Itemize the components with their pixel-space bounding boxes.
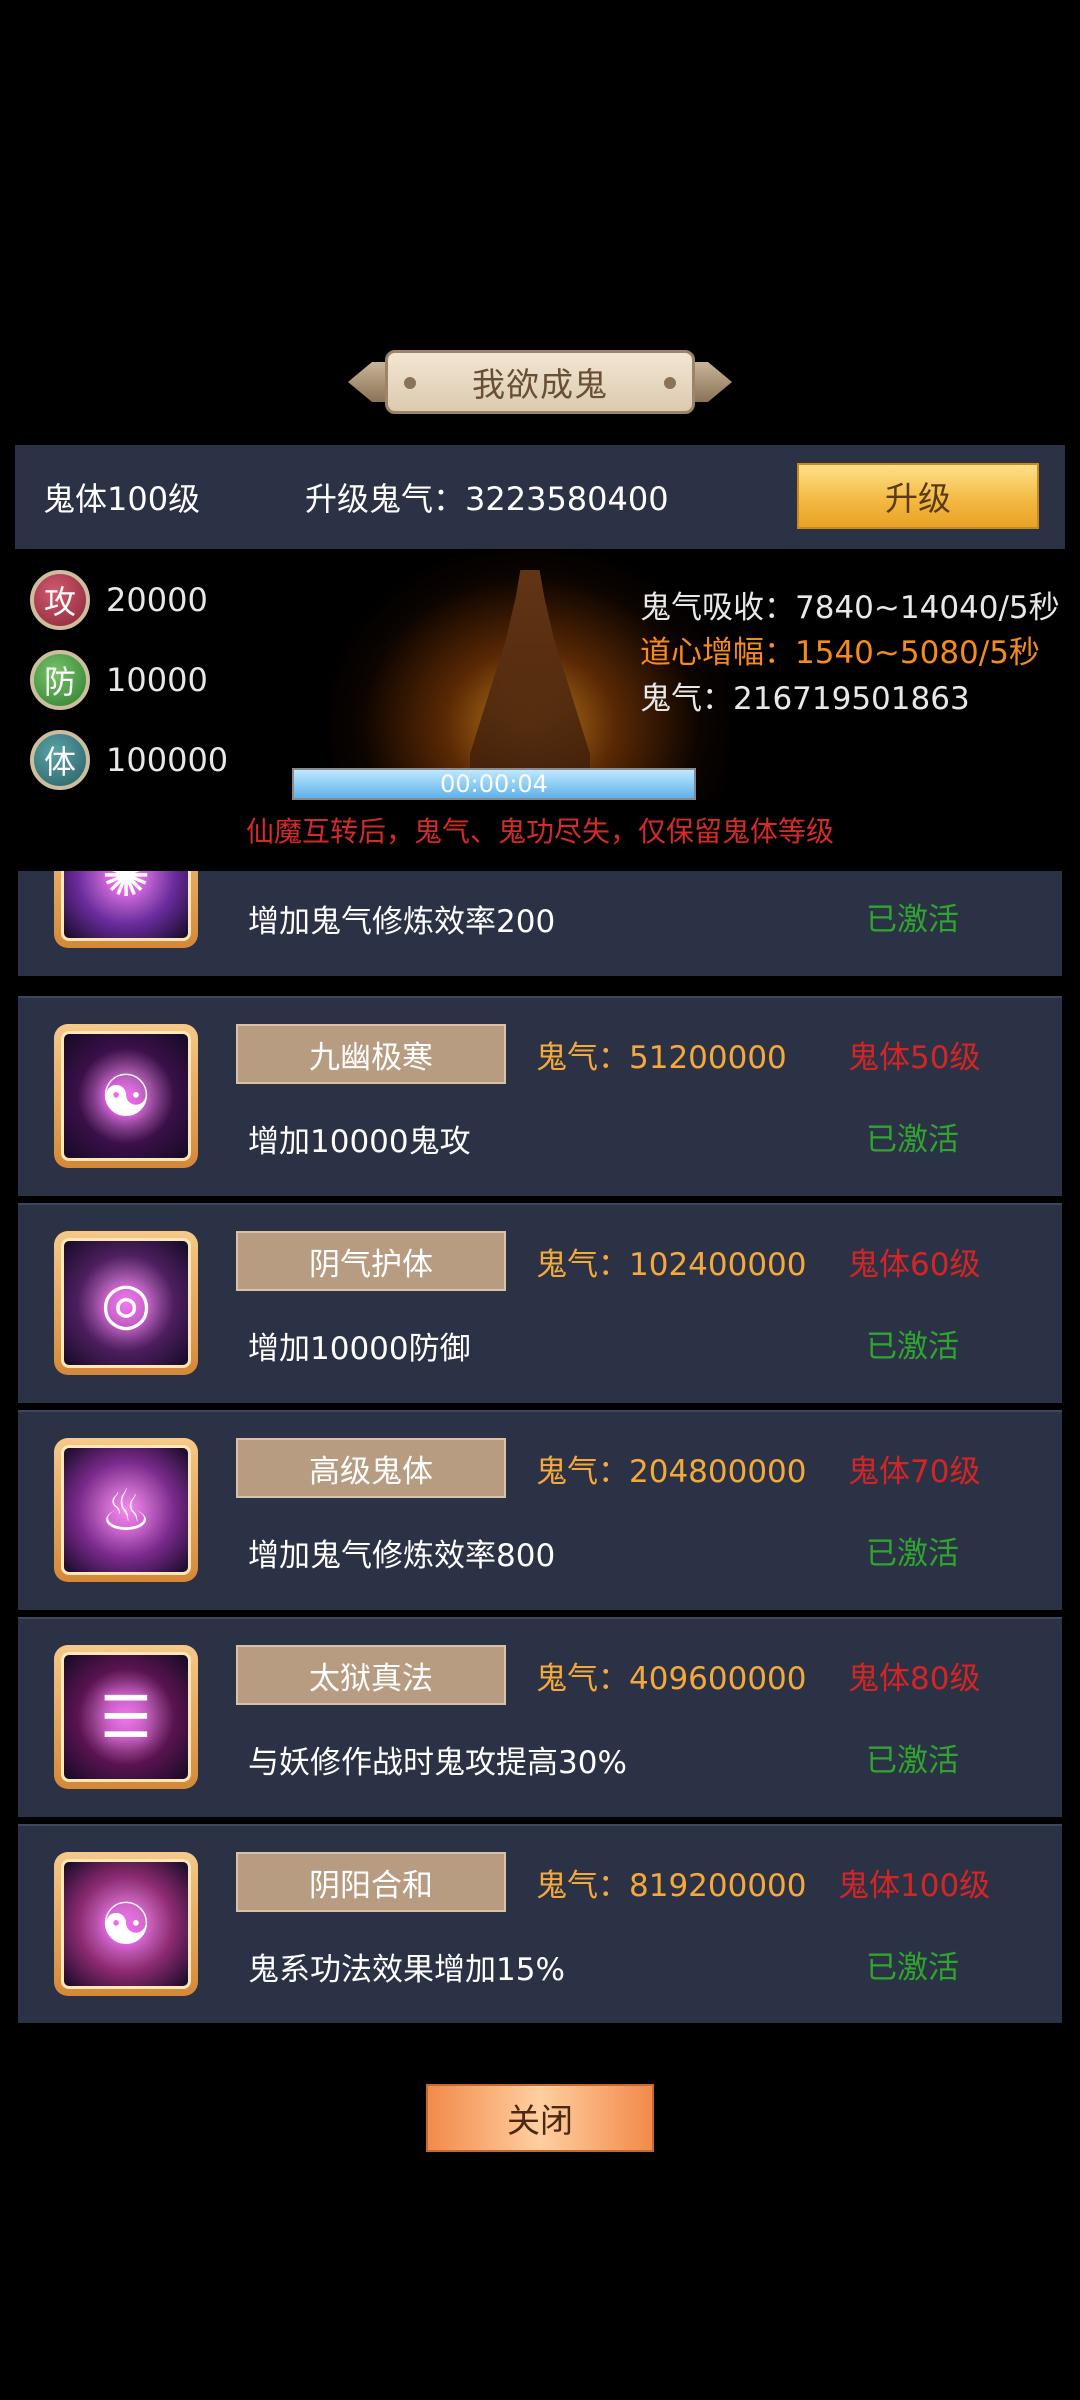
skill-requirement: 鬼体80级 <box>848 1661 981 1697</box>
skill-status: 已激活 <box>866 1536 959 1572</box>
skill-glyph: ♨ <box>100 1476 152 1544</box>
skill-description: 增加鬼气修炼效率800 <box>248 1538 556 1574</box>
ornament-dot <box>404 377 416 389</box>
ghost-body-level: 鬼体100级 <box>43 480 201 518</box>
title-plate: 我欲成鬼 <box>385 350 695 414</box>
character-silhouette <box>470 570 590 800</box>
title-banner: 我欲成鬼 <box>340 346 740 418</box>
skill-status: 已激活 <box>866 1743 959 1779</box>
ghost-body-icon: ♨ <box>61 1445 191 1575</box>
skill-description: 增加10000鬼攻 <box>248 1124 471 1160</box>
skill-card[interactable]: ☯ 九幽极寒 鬼气：51200000 鬼体50级增加10000鬼攻 已激活 <box>18 996 1062 1196</box>
skill-icon-frame: ☯ <box>54 1024 198 1168</box>
stat-defense: 防 10000 <box>30 650 208 710</box>
defense-value: 10000 <box>106 661 208 699</box>
skill-description: 与妖修作战时鬼攻提高30% <box>248 1745 627 1781</box>
skill-requirement: 鬼体60级 <box>848 1247 981 1283</box>
yin-yang-orb-icon: ☯ <box>61 1859 191 1989</box>
skill-requirement: 鬼体100级 <box>838 1868 991 1904</box>
skill-glyph: ☰ <box>100 1683 152 1751</box>
skill-status: 已激活 <box>866 1329 959 1365</box>
skill-status: 已激活 <box>866 1122 959 1158</box>
skill-card[interactable]: ◎ 阴气护体 鬼气：102400000 鬼体60级增加10000防御 已激活 <box>18 1203 1062 1403</box>
cultivation-progress: 00:00:04 <box>292 768 696 800</box>
skill-icon-frame: ☰ <box>54 1645 198 1789</box>
stat-attack: 攻 20000 <box>30 570 208 630</box>
skill-card[interactable]: ☰ 太狱真法 鬼气：409600000 鬼体80级与妖修作战时鬼攻提高30% 已激活 <box>18 1617 1062 1817</box>
skill-cost: 鬼气：409600000 <box>536 1661 807 1697</box>
skill-icon-frame: ♨ <box>54 1438 198 1582</box>
attack-icon: 攻 <box>30 570 90 630</box>
skill-icon-frame: ◎ <box>54 1231 198 1375</box>
skill-card[interactable]: ✺ 增加鬼气修炼效率200 已激活 <box>18 871 1062 976</box>
skill-name: 太狱真法 <box>236 1645 506 1705</box>
stat-body: 体 100000 <box>30 730 228 790</box>
page-title: 我欲成鬼 <box>472 365 608 404</box>
skill-name: 九幽极寒 <box>236 1024 506 1084</box>
skill-status: 已激活 <box>866 902 959 938</box>
upgrade-button[interactable]: 升级 <box>797 463 1039 529</box>
absorb-rate: 鬼气吸收：7840~14040/5秒 <box>640 590 1060 626</box>
skill-requirement: 鬼体70级 <box>848 1454 981 1490</box>
skill-name: 阴气护体 <box>236 1231 506 1291</box>
skill-requirement: 鬼体50级 <box>848 1040 981 1076</box>
skill-name: 阴阳合和 <box>236 1852 506 1912</box>
ornament-dot <box>664 377 676 389</box>
progress-timer: 00:00:04 <box>440 770 548 798</box>
body-icon: 体 <box>30 730 90 790</box>
skill-cost: 鬼气：51200000 <box>536 1040 787 1076</box>
upgrade-bar: 鬼体100级 升级鬼气：3223580400 升级 <box>15 445 1065 549</box>
close-button[interactable]: 关闭 <box>426 2084 654 2152</box>
skill-card[interactable]: ♨ 高级鬼体 鬼气：204800000 鬼体70级增加鬼气修炼效率800 已激活 <box>18 1410 1062 1610</box>
skill-description: 鬼系功法效果增加15% <box>248 1952 565 1988</box>
skill-glyph: ☯ <box>100 1062 152 1130</box>
skill-description: 增加10000防御 <box>248 1331 471 1367</box>
yin-yang-icon: ☯ <box>61 1031 191 1161</box>
skill-icon-frame: ✺ <box>54 871 198 948</box>
skill-card[interactable]: ☯ 阴阳合和 鬼气：819200000 鬼体100级鬼系功法效果增加15% 已激活 <box>18 1824 1062 2023</box>
skill-list[interactable]: ✺ 增加鬼气修炼效率200 已激活 ☯ 九幽极寒 鬼气：51200000 鬼体50级增加10… <box>18 871 1062 2023</box>
attack-value: 20000 <box>106 581 208 619</box>
skill-cost: 鬼气：102400000 <box>536 1247 807 1283</box>
skill-glyph: ◎ <box>100 1269 152 1337</box>
skill-cost: 鬼气：204800000 <box>536 1454 807 1490</box>
bagua-icon: ☰ <box>61 1652 191 1782</box>
skill-glyph: ☯ <box>100 1890 152 1958</box>
skill-cost: 鬼气：819200000 <box>536 1868 807 1904</box>
skill-name: 高级鬼体 <box>236 1438 506 1498</box>
ghost-qi-total: 鬼气：216719501863 <box>640 681 970 717</box>
skill-description: 增加鬼气修炼效率200 <box>248 904 556 940</box>
dao-boost-rate: 道心增幅：1540~5080/5秒 <box>640 635 1040 671</box>
vortex-icon: ✺ <box>61 871 191 941</box>
body-value: 100000 <box>106 741 229 779</box>
skill-status: 已激活 <box>866 1950 959 1986</box>
upgrade-cost: 升级鬼气：3223580400 <box>305 480 669 518</box>
skill-glyph: ✺ <box>101 871 151 910</box>
conversion-warning: 仙魔互转后，鬼气、鬼功尽失，仅保留鬼体等级 <box>245 815 834 848</box>
defense-icon: 防 <box>30 650 90 710</box>
shield-ring-icon: ◎ <box>61 1238 191 1368</box>
skill-icon-frame: ☯ <box>54 1852 198 1996</box>
